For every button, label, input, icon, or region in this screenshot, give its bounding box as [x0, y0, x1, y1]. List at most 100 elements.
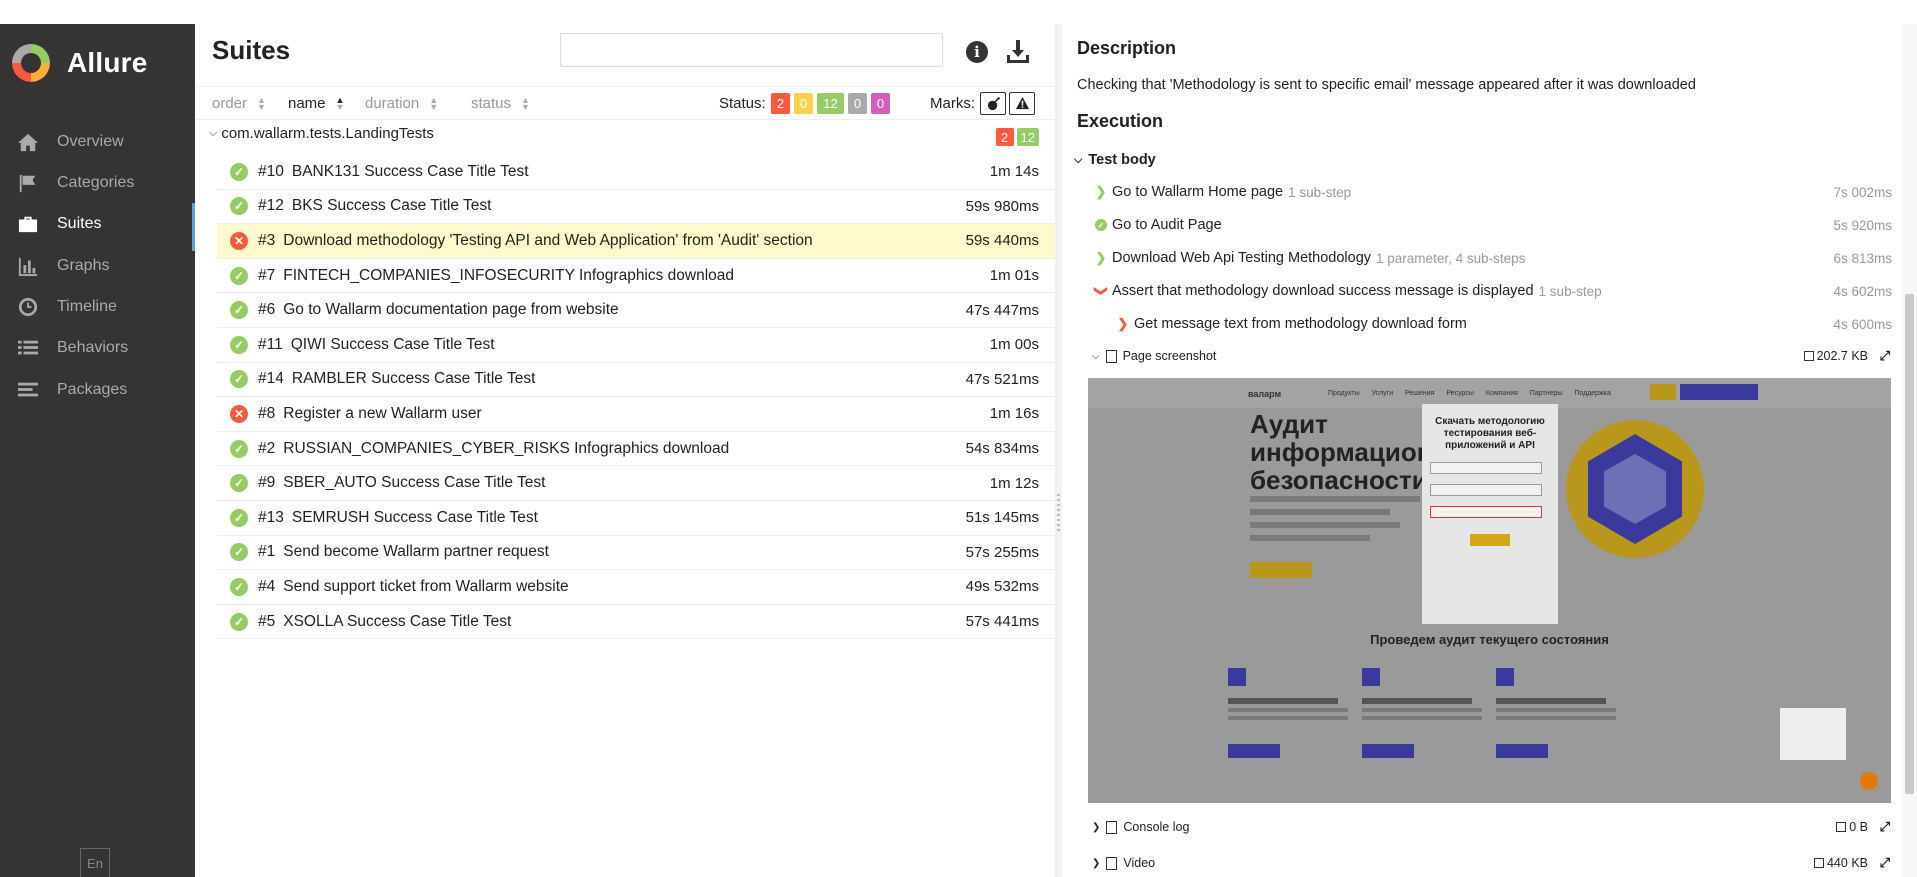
step-name: Assert that methodology download success…	[1112, 283, 1534, 299]
test-duration: 57s 441ms	[965, 613, 1039, 631]
test-row[interactable]: ✕ #3 Download methodology 'Testing API and…	[217, 224, 1055, 259]
test-number: #10	[258, 162, 284, 180]
sort-arrows-icon: ▲ ▼	[429, 94, 439, 112]
test-row[interactable]: ✓ #5 XSOLLA Success Case Title Test 57s 441…	[217, 605, 1055, 640]
test-row[interactable]: ✓ #1 Send become Wallarm partner request 57…	[217, 536, 1055, 571]
test-row[interactable]: ✓ #6 Go to Wallarm documentation page from…	[217, 293, 1055, 328]
test-name: Register a new Wallarm user	[283, 404, 482, 422]
test-list: ✓ #10 BANK131 Success Case Title Test 1m 14…	[217, 155, 1055, 640]
scrollbar-thumb[interactable]	[1905, 294, 1914, 794]
execution-heading: Execution	[1077, 111, 1164, 131]
test-row[interactable]: ✓ #10 BANK131 Success Case Title Test 1m 14…	[217, 155, 1055, 190]
image-file-icon	[1105, 349, 1117, 363]
bar-chart-icon	[17, 256, 39, 276]
drag-handle-icon[interactable]	[1057, 494, 1060, 534]
allure-logo[interactable]: Allure	[12, 44, 148, 82]
language-switch[interactable]: En	[80, 848, 110, 877]
test-row[interactable]: ✓ #14 RAMBLER Success Case Title Test 47s 5…	[217, 363, 1055, 398]
expand-icon[interactable]: ⤢	[1880, 855, 1890, 871]
test-row[interactable]: ✓ #7 FINTECH_COMPANIES_INFOSECURITY Infogr…	[217, 259, 1055, 294]
text-file-icon	[1106, 820, 1118, 834]
disk-icon	[1813, 858, 1824, 868]
sidebar-item-label: Overview	[57, 133, 124, 150]
sort-order[interactable]: order ▲ ▼	[212, 95, 266, 112]
step-go-home[interactable]: ❯ Go to Wallarm Home page 1 sub-step 7s …	[1094, 179, 1892, 205]
test-name: BKS Success Case Title Test	[291, 197, 492, 215]
screenshot-chat-bubble	[1780, 708, 1846, 760]
attachment-console-log[interactable]: ❯ Console log 0 B ⤢	[1092, 815, 1890, 839]
test-number: #3	[258, 231, 276, 249]
screenshot-image: валарм Продукты Услуги Решения Ресурсы К…	[1088, 378, 1891, 803]
attachment-name: Page screenshot	[1122, 349, 1217, 363]
status-filter-broken[interactable]: 0	[794, 93, 813, 114]
chat-icon	[1860, 772, 1878, 790]
expand-icon[interactable]: ⤢	[1880, 819, 1890, 835]
chevron-down-icon: ⌵	[1074, 153, 1083, 166]
test-name: RUSSIAN_COMPANIES_CYBER_RISKS Infographi…	[283, 439, 730, 457]
step-go-audit[interactable]: ✓ Go to Audit Page 5s 920ms	[1094, 212, 1892, 238]
test-number: #14	[258, 370, 284, 388]
test-row[interactable]: ✓ #4 Send support ticket from Wallarm webs…	[217, 570, 1055, 605]
flaky-bomb-icon[interactable]	[980, 92, 1006, 115]
screenshot-card	[1228, 668, 1358, 758]
test-row[interactable]: ✓ #13 SEMRUSH Success Case Title Test 51s 1…	[217, 501, 1055, 536]
status-filter-unknown[interactable]: 0	[871, 93, 890, 114]
sidebar-item-behaviors[interactable]: Behaviors	[0, 325, 195, 371]
test-duration: 54s 834ms	[965, 440, 1039, 458]
test-name: XSOLLA Success Case Title Test	[283, 612, 512, 630]
step-get-message[interactable]: ❯ Get message text from methodology down…	[1116, 311, 1892, 337]
download-icon[interactable]	[1005, 38, 1031, 64]
test-row[interactable]: ✕ #8 Register a new Wallarm user 1m 16s	[217, 397, 1055, 432]
step-assert-success[interactable]: ❯ Assert that methodology download succe…	[1094, 278, 1892, 304]
test-duration: 1m 01s	[989, 267, 1039, 285]
test-body-toggle[interactable]: ⌵ Test body	[1074, 152, 1156, 168]
chevron-right-icon: ❯	[1092, 821, 1101, 833]
test-number: #5	[258, 612, 276, 630]
info-icon[interactable]: i	[966, 41, 988, 63]
screenshot-modal: Скачать методологию тестирования веб-при…	[1422, 404, 1558, 624]
brand-name: Allure	[67, 47, 148, 78]
search-input[interactable]	[560, 33, 943, 67]
sidebar-item-categories[interactable]: Categories	[0, 160, 195, 206]
step-meta: 1 parameter, 4 sub-steps	[1376, 250, 1526, 266]
sidebar-item-suites[interactable]: Suites	[0, 201, 195, 251]
check-circle-icon: ✓	[230, 577, 248, 596]
status-filter-passed[interactable]: 12	[817, 93, 844, 114]
test-row[interactable]: ✓ #11 QIWI Success Case Title Test 1m 00s	[217, 328, 1055, 363]
attachment-page-screenshot[interactable]: ⌵ Page screenshot 202.7 KB ⤢	[1092, 344, 1890, 368]
attachment-video[interactable]: ❯ Video 440 KB ⤢	[1092, 851, 1890, 875]
test-row[interactable]: ✓ #9 SBER_AUTO Success Case Title Test 1m 1…	[217, 466, 1055, 501]
sidebar-item-packages[interactable]: Packages	[0, 367, 195, 413]
chevron-right-icon: ❯	[1095, 184, 1107, 199]
step-meta: 1 sub-step	[1538, 283, 1602, 299]
details-scrollbar[interactable]	[1902, 24, 1917, 877]
pane-splitter[interactable]	[1055, 24, 1062, 877]
status-filter-failed[interactable]: 2	[771, 93, 790, 114]
test-duration: 47s 447ms	[965, 301, 1039, 319]
test-name: Send support ticket from Wallarm website	[283, 577, 569, 595]
test-number: #8	[258, 404, 276, 422]
test-row[interactable]: ✓ #2 RUSSIAN_COMPANIES_CYBER_RISKS Infogra…	[217, 432, 1055, 467]
sidebar-item-graphs[interactable]: Graphs	[0, 243, 195, 289]
test-name: SEMRUSH Success Case Title Test	[291, 508, 538, 526]
test-row[interactable]: ✓ #12 BKS Success Case Title Test 59s 980ms	[217, 190, 1055, 225]
sort-duration[interactable]: duration ▲ ▼	[365, 95, 438, 112]
sidebar-item-label: Packages	[57, 381, 128, 398]
sort-name[interactable]: name ▲ ▼	[288, 95, 344, 112]
sidebar: Allure Overview Categories Suites Graphs…	[0, 24, 195, 877]
test-body-label: Test body	[1088, 152, 1156, 168]
sidebar-item-timeline[interactable]: Timeline	[0, 284, 195, 330]
screenshot-modal-field	[1430, 484, 1542, 496]
suites-pane: Suites i order ▲ ▼ name ▲ ▼ duration ▲ ▼ st…	[195, 24, 1055, 877]
step-download-methodology[interactable]: ❯ Download Web Api Testing Methodology 1…	[1094, 245, 1892, 271]
status-filter-skipped[interactable]: 0	[848, 93, 867, 114]
expand-icon[interactable]: ⤢	[1880, 348, 1890, 364]
screenshot-try-button	[1680, 384, 1758, 400]
test-number: #2	[258, 439, 276, 457]
warning-triangle-icon[interactable]	[1009, 92, 1035, 115]
sidebar-item-overview[interactable]: Overview	[0, 119, 195, 165]
sort-status[interactable]: status ▲ ▼	[471, 95, 530, 112]
suite-group-toggle[interactable]: ⌵ com.wallarm.tests.LandingTests	[209, 125, 434, 142]
test-duration: 59s 980ms	[965, 197, 1039, 215]
clock-icon	[17, 297, 39, 317]
